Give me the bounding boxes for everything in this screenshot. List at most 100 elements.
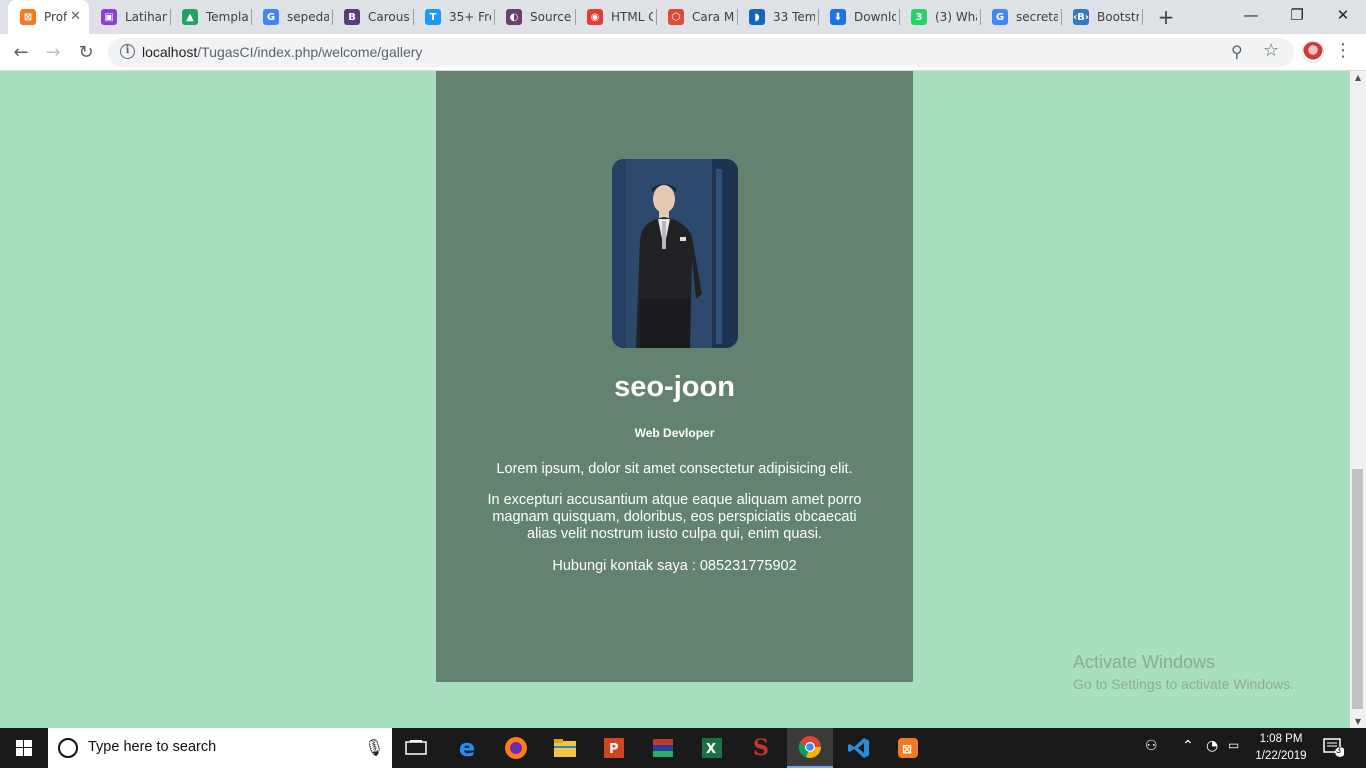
taskbar-search-placeholder: Type here to search [88, 739, 217, 755]
windows-logo-icon [16, 740, 32, 756]
tab-close-icon[interactable]: ✕ [70, 9, 81, 24]
wifi-icon[interactable]: ◔ [1206, 738, 1218, 754]
tab-label: secretar [1016, 10, 1058, 24]
tab-favicon-icon: G [263, 9, 279, 25]
url-text[interactable]: localhost/TugasCI/index.php/welcome/gall… [142, 44, 422, 60]
browser-tab[interactable]: Gsecretar [980, 0, 1061, 34]
browser-tab[interactable]: ◐ Source [494, 0, 575, 34]
tab-favicon-icon: B [344, 9, 360, 25]
powerpoint-icon[interactable]: P [594, 733, 634, 763]
browser-tab[interactable]: ⬡ Cara M [656, 0, 737, 34]
people-icon[interactable]: ⚇ [1145, 738, 1158, 754]
clock-date: 1/22/2019 [1255, 750, 1307, 762]
browser-tab[interactable]: ‹B› Bootstr [1061, 0, 1142, 34]
tab-favicon-icon: ⊠ [20, 9, 36, 25]
person-photo-icon [612, 159, 738, 348]
xampp-icon[interactable]: ⊠ [888, 733, 928, 763]
minimize-button[interactable]: — [1228, 0, 1274, 30]
close-window-button[interactable]: ✕ [1320, 0, 1366, 30]
tab-label: (3) Wha [935, 10, 977, 24]
tab-label: Prof [44, 10, 68, 24]
vertical-scrollbar[interactable]: ▲ ▼ [1350, 71, 1366, 728]
winrar-icon[interactable] [643, 733, 683, 763]
start-button[interactable] [0, 728, 48, 768]
reload-icon[interactable]: ↻ [73, 40, 99, 66]
taskbar-clock[interactable]: 1:08 PM 1/22/2019 [1250, 731, 1312, 765]
scroll-thumb[interactable] [1352, 469, 1363, 709]
maximize-button[interactable]: ❐ [1274, 0, 1320, 30]
forward-arrow-icon[interactable]: → [40, 40, 66, 66]
tab-favicon-icon: ▲ [182, 9, 198, 25]
windows-taskbar: Type here to search 🎙 e P X S ⊠ ⚇ ⌃ ◔ ▭ … [0, 728, 1366, 768]
notification-count: 3 [1336, 745, 1342, 755]
cortana-icon [58, 738, 78, 758]
edge-icon[interactable]: e [447, 733, 487, 763]
browser-tab[interactable]: ⬇ Downlo [818, 0, 899, 34]
profile-name: seo-joon [614, 371, 735, 403]
tab-label: Downlo [854, 10, 896, 24]
tab-favicon-icon: ▣ [101, 9, 117, 25]
browser-tab[interactable]: ◉ HTML C [575, 0, 656, 34]
profile-intro-text: Lorem ipsum, dolor sit amet consectetur … [496, 461, 853, 477]
url-path: /TugasCI/index.php/welcome/gallery [197, 44, 423, 60]
activate-windows-subtitle: Go to Settings to activate Windows. [1073, 676, 1294, 692]
tab-favicon-icon: ⬡ [668, 9, 684, 25]
profile-contact-text: Hubungi kontak saya : 085231775902 [552, 558, 797, 574]
scroll-down-arrow-icon[interactable]: ▼ [1350, 717, 1366, 726]
back-arrow-icon[interactable]: ← [8, 40, 34, 66]
tab-label: Bootstr [1097, 10, 1139, 24]
excel-icon[interactable]: X [692, 733, 732, 763]
browser-tab[interactable]: ◗ 33 Tem [737, 0, 818, 34]
browser-tab[interactable]: ⊠ Prof ✕ [8, 0, 89, 34]
tab-favicon-icon: ◗ [749, 9, 765, 25]
svg-text:⊠: ⊠ [902, 742, 912, 756]
taskbar-search-box[interactable]: Type here to search 🎙 [48, 728, 392, 768]
zoom-icon[interactable]: ⚲ [1231, 42, 1243, 61]
activate-windows-title: Activate Windows [1073, 652, 1216, 672]
browser-tab[interactable]: T 35+ Fre [413, 0, 494, 34]
tab-favicon-icon: 3 [911, 9, 927, 25]
tab-favicon-icon: ⬇ [830, 9, 846, 25]
url-host: localhost [142, 44, 198, 60]
tab-label: Source [530, 10, 572, 24]
task-view-icon[interactable] [396, 733, 436, 763]
notification-center-icon[interactable]: 3 [1322, 737, 1345, 757]
tab-label: Carouse [368, 10, 410, 24]
tab-separator [1142, 9, 1143, 25]
tab-label: sepeda [287, 10, 329, 24]
tab-favicon-icon: G [992, 9, 1008, 25]
clock-time: 1:08 PM [1259, 733, 1303, 745]
vscode-icon[interactable] [839, 733, 879, 763]
browser-tab[interactable]: ▣ Latihan [89, 0, 170, 34]
profile-avatar[interactable] [1302, 41, 1324, 63]
tab-label: Latihan [125, 10, 167, 24]
sublime-icon[interactable]: S [741, 733, 781, 763]
address-bar[interactable]: i localhost/TugasCI/index.php/welcome/ga… [108, 38, 1294, 67]
tab-favicon-icon: ◉ [587, 9, 603, 25]
browser-tab[interactable]: 3 (3) Wha [899, 0, 980, 34]
bookmark-star-icon[interactable]: ☆ [1263, 40, 1279, 61]
menu-kebab-icon[interactable]: ⋮ [1334, 40, 1352, 61]
firefox-icon[interactable] [496, 733, 536, 763]
tab-label: Cara M [692, 10, 734, 24]
profile-body-text: In excepturi accusantium atque eaque ali… [487, 492, 862, 542]
profile-photo [612, 159, 738, 348]
microphone-icon[interactable]: 🎙 [364, 738, 384, 757]
browser-toolbar: ← → ↻ i localhost/TugasCI/index.php/welc… [0, 34, 1366, 71]
info-icon[interactable]: i [120, 44, 135, 59]
browser-tab[interactable]: ▲ Templat [170, 0, 251, 34]
profile-role: Web Devloper [634, 426, 715, 440]
browser-tab[interactable]: Gsepeda [251, 0, 332, 34]
browser-tab[interactable]: B Carouse [332, 0, 413, 34]
tab-favicon-icon: T [425, 9, 441, 25]
svg-text:P: P [609, 742, 619, 757]
tab-strip: ⊠Prof✕▣Latihan▲TemplatGsepedaBCarouseT35… [0, 0, 1366, 34]
new-tab-button[interactable]: + [1154, 5, 1178, 29]
tab-label: HTML C [611, 10, 653, 24]
chrome-icon[interactable] [787, 728, 833, 768]
scroll-up-arrow-icon[interactable]: ▲ [1350, 73, 1366, 82]
file-explorer-icon[interactable] [545, 733, 585, 763]
battery-icon[interactable]: ▭ [1228, 738, 1239, 752]
page-viewport: seo-joon Web Devloper Lorem ipsum, dolor… [0, 71, 1350, 728]
chevron-up-icon[interactable]: ⌃ [1182, 738, 1194, 754]
